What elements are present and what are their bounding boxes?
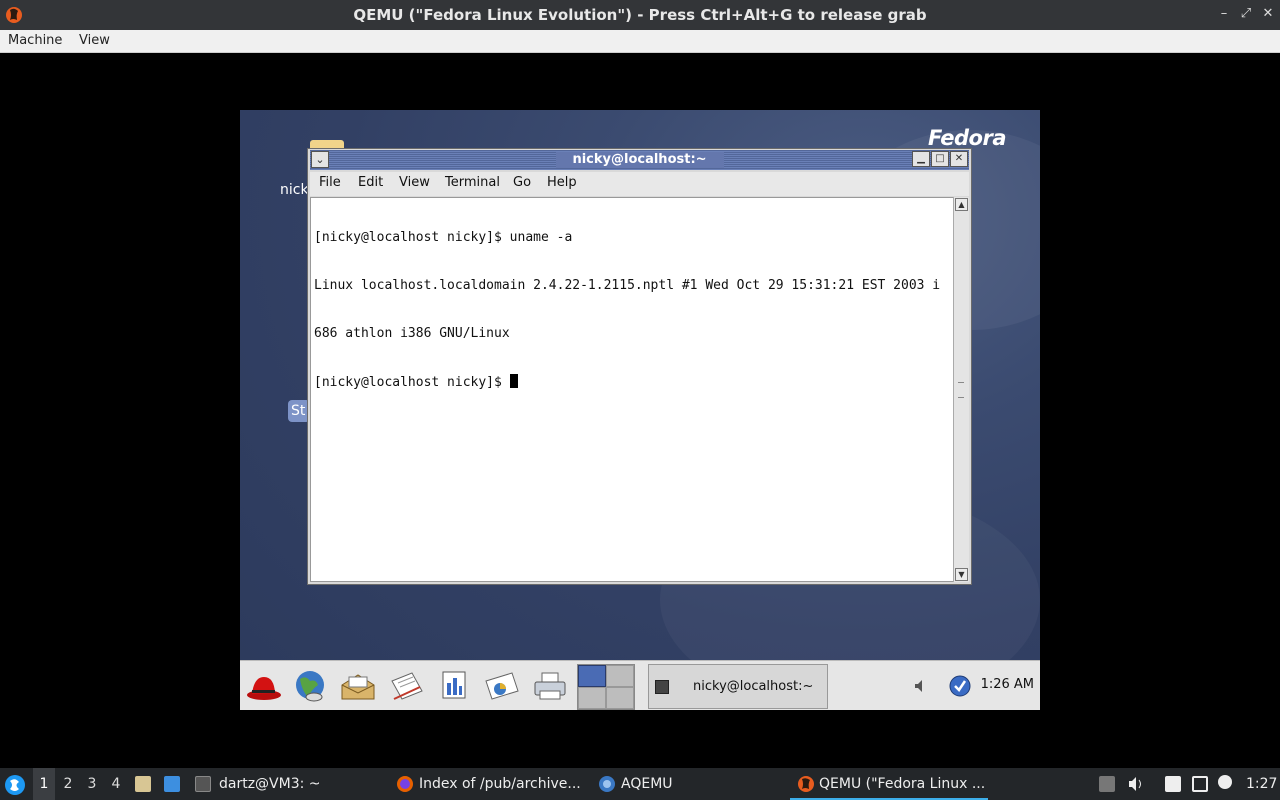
scroll-down-arrow-icon[interactable]: ▼ [955,568,968,581]
terminal-window: ⌄ nicky@localhost:~ ▁ □ ✕ File Edit View… [307,148,972,585]
task-dartz-terminal[interactable]: dartz@VM3: ~ [219,768,321,800]
text-cursor [509,374,518,388]
workspace-1[interactable]: 1 [33,768,55,800]
terminal-close-button[interactable]: ✕ [950,151,968,167]
guest-clock[interactable]: 1:26 AM [981,677,1034,692]
terminal-menu-edit[interactable]: Edit [358,175,383,190]
terminal-line: Linux localhost.localdomain 2.4.22-1.211… [314,278,941,293]
aqemu-icon [599,776,615,792]
terminal-prompt: [nicky@localhost nicky]$ [314,375,510,390]
pager-workspace-4[interactable] [606,687,634,709]
network-icon[interactable] [1192,776,1208,792]
terminal-icon [655,680,669,694]
printer-icon[interactable] [530,669,570,703]
guest-panel: nicky@localhost:~ 1:26 AM [240,660,1040,710]
terminal-menu-terminal[interactable]: Terminal [445,175,500,190]
pager-workspace-3[interactable] [578,687,606,709]
terminal-prompt-line[interactable]: [nicky@localhost nicky]$ [314,374,953,390]
web-browser-icon[interactable] [290,669,330,703]
terminal-menu-help[interactable]: Help [547,175,577,190]
pager-workspace-1[interactable] [578,665,606,687]
scroll-up-arrow-icon[interactable]: ▲ [955,198,968,211]
close-button[interactable]: ✕ [1260,6,1276,22]
app-launcher-icon[interactable] [4,774,26,796]
maximize-button[interactable]: ⤢ [1238,6,1254,22]
tray-updates-icon[interactable] [1099,776,1115,792]
guest-screen[interactable]: Fedora nick St ⌄ nicky@localhost:~ ▁ □ ✕… [240,110,1040,710]
spreadsheet-icon[interactable] [434,669,474,703]
volume-icon[interactable] [1127,776,1145,792]
terminal-scrollbar[interactable]: ▲ ▼ [953,197,969,582]
terminal-output[interactable]: [nicky@localhost nicky]$ uname -a Linux … [310,197,954,582]
update-status-icon[interactable] [948,674,972,698]
email-icon[interactable] [338,669,378,703]
minimize-button[interactable]: – [1216,6,1232,22]
file-manager-icon[interactable] [135,776,151,792]
task-label: nicky@localhost:~ [693,679,814,694]
terminal-menu-view[interactable]: View [399,175,430,190]
presentation-icon[interactable] [482,669,522,703]
redhat-menu-icon[interactable] [242,669,282,703]
show-desktop-icon[interactable] [164,776,180,792]
terminal-menubar: File Edit View Terminal Go Help [310,172,969,196]
workspace-pager[interactable] [577,664,635,710]
host-clock[interactable]: 1:27 [1246,768,1277,800]
clipboard-icon[interactable] [1165,776,1181,792]
host-taskbar: 1 2 3 4 dartz@VM3: ~ Index of /pub/archi… [0,768,1280,800]
fedora-logo: Fedora [928,126,1006,150]
terminal-menu-file[interactable]: File [319,175,341,190]
menu-view[interactable]: View [75,30,114,52]
workspace-2[interactable]: 2 [57,768,79,800]
workspace-4[interactable]: 4 [105,768,127,800]
firefox-icon [397,776,413,792]
menu-machine[interactable]: Machine [4,30,66,52]
host-window-title: QEMU ("Fedora Linux Evolution") - Press … [353,6,927,24]
qemu-icon [798,776,814,792]
notifications-icon[interactable] [1218,775,1232,789]
pager-workspace-2[interactable] [606,665,634,687]
terminal-title: nicky@localhost:~ [572,152,707,167]
terminal-icon [195,776,211,792]
host-menubar: Machine View [0,30,1280,53]
scrollbar-grip[interactable] [958,382,964,398]
task-aqemu[interactable]: AQEMU [621,768,673,800]
task-qemu[interactable]: QEMU ("Fedora Linux ... [819,768,985,800]
host-titlebar: QEMU ("Fedora Linux Evolution") - Press … [0,0,1280,30]
terminal-line: [nicky@localhost nicky]$ uname -a [314,230,573,245]
taskbar-terminal-button[interactable]: nicky@localhost:~ [648,664,828,709]
volume-icon[interactable] [912,677,930,695]
terminal-menu-go[interactable]: Go [513,175,531,190]
desktop-icon-label[interactable]: nick [280,182,309,198]
workspace-3[interactable]: 3 [81,768,103,800]
terminal-minimize-button[interactable]: ▁ [912,151,930,167]
terminal-titlebar[interactable]: ⌄ nicky@localhost:~ ▁ □ ✕ [310,150,969,170]
terminal-line: 686 athlon i386 GNU/Linux [314,326,510,341]
task-firefox[interactable]: Index of /pub/archive... [419,768,581,800]
text-editor-icon[interactable] [386,669,426,703]
terminal-maximize-button[interactable]: □ [931,151,949,167]
